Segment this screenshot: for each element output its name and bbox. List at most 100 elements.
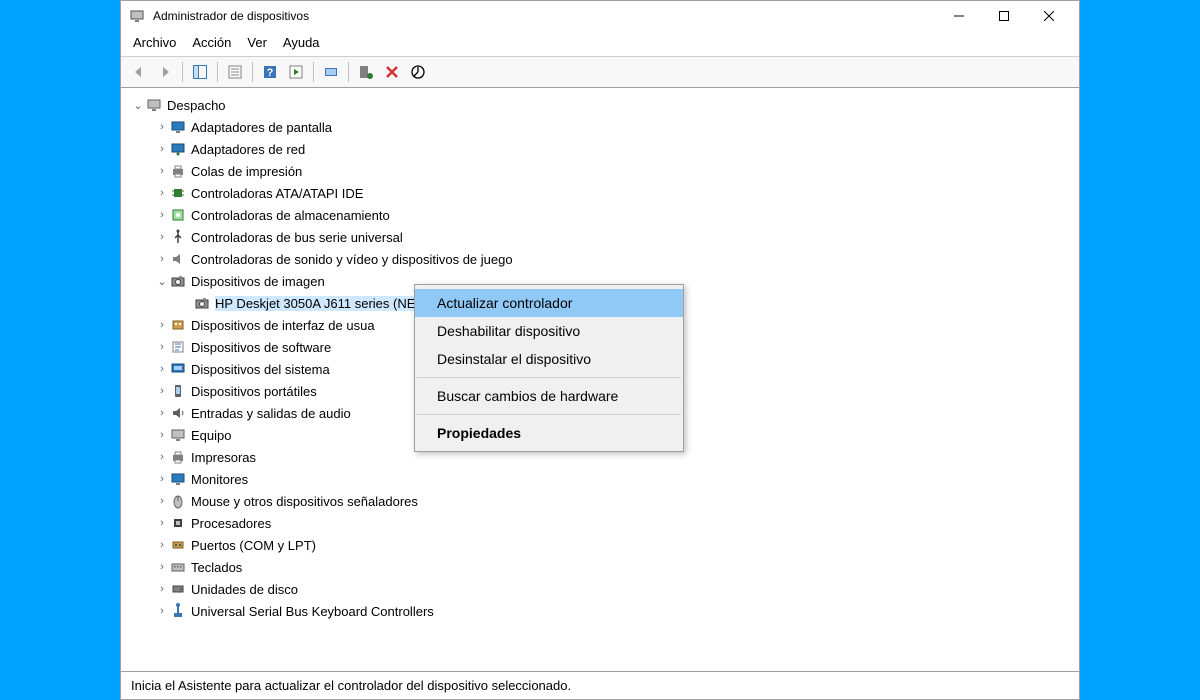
system-icon — [169, 361, 187, 377]
hid-icon — [169, 317, 187, 333]
tree-item[interactable]: › Controladoras ATA/ATAPI IDE — [125, 182, 1075, 204]
close-button[interactable] — [1026, 1, 1071, 31]
chevron-right-icon[interactable]: › — [155, 231, 169, 243]
help-button[interactable]: ? — [258, 60, 282, 84]
ctx-properties[interactable]: Propiedades — [415, 419, 683, 447]
tree-item[interactable]: › Puertos (COM y LPT) — [125, 534, 1075, 556]
chevron-right-icon[interactable]: › — [155, 143, 169, 155]
audio-icon — [169, 405, 187, 421]
tree-item[interactable]: ›Controladoras de sonido y vídeo y dispo… — [125, 248, 1075, 270]
uninstall-button[interactable] — [380, 60, 404, 84]
scan-hardware-button[interactable] — [354, 60, 378, 84]
tree-item-label: Colas de impresión — [191, 164, 302, 179]
network-icon — [169, 141, 187, 157]
disable-button[interactable] — [406, 60, 430, 84]
chevron-right-icon[interactable]: › — [155, 451, 169, 463]
camera-icon — [169, 273, 187, 289]
chevron-right-icon[interactable]: › — [155, 517, 169, 529]
chevron-right-icon[interactable]: › — [155, 583, 169, 595]
disk-icon — [169, 581, 187, 597]
port-icon — [169, 537, 187, 553]
chevron-right-icon[interactable]: › — [155, 187, 169, 199]
chevron-right-icon[interactable]: › — [155, 253, 169, 265]
chevron-right-icon[interactable]: › — [155, 165, 169, 177]
menu-help[interactable]: Ayuda — [283, 35, 320, 50]
chevron-right-icon[interactable]: › — [155, 561, 169, 573]
tree-item[interactable]: › Mouse y otros dispositivos señaladores — [125, 490, 1075, 512]
printer-icon — [169, 163, 187, 179]
status-text: Inicia el Asistente para actualizar el c… — [131, 678, 571, 693]
storage-icon — [169, 207, 187, 223]
keyboard-icon — [169, 559, 187, 575]
tree-item-label: Monitores — [191, 472, 248, 487]
tree-item[interactable]: ›Controladoras de bus serie universal — [125, 226, 1075, 248]
chevron-right-icon[interactable]: › — [155, 429, 169, 441]
tree-item-label: Dispositivos de software — [191, 340, 331, 355]
ctx-separator — [417, 414, 681, 415]
action-button[interactable] — [284, 60, 308, 84]
chevron-right-icon[interactable]: › — [155, 495, 169, 507]
tree-item-label: Impresoras — [191, 450, 256, 465]
chevron-right-icon[interactable]: › — [155, 539, 169, 551]
ctx-disable-device[interactable]: Deshabilitar dispositivo — [415, 317, 683, 345]
tree-item-label: HP Deskjet 3050A J611 series (NET) — [215, 296, 428, 311]
chevron-right-icon[interactable]: › — [155, 209, 169, 221]
chevron-right-icon[interactable]: › — [155, 385, 169, 397]
tree-item[interactable]: › Adaptadores de red — [125, 138, 1075, 160]
tree-item[interactable]: › Unidades de disco — [125, 578, 1075, 600]
context-menu: Actualizar controlador Deshabilitar disp… — [414, 284, 684, 452]
statusbar: Inicia el Asistente para actualizar el c… — [121, 671, 1079, 699]
titlebar: Administrador de dispositivos — [121, 1, 1079, 31]
toolbar-separator — [217, 62, 218, 82]
forward-button[interactable] — [153, 60, 177, 84]
monitor-icon — [169, 471, 187, 487]
device-manager-window: Administrador de dispositivos Archivo Ac… — [120, 0, 1080, 700]
device-tree[interactable]: ⌄Despacho›Adaptadores de pantalla›Adapta… — [121, 88, 1079, 671]
tree-item[interactable]: › Colas de impresión — [125, 160, 1075, 182]
tree-item[interactable]: ›Adaptadores de pantalla — [125, 116, 1075, 138]
menubar: Archivo Acción Ver Ayuda — [121, 31, 1079, 57]
chevron-right-icon[interactable]: › — [155, 363, 169, 375]
chevron-right-icon[interactable]: › — [155, 407, 169, 419]
tree-item-label: Mouse y otros dispositivos señaladores — [191, 494, 418, 509]
minimize-button[interactable] — [936, 1, 981, 31]
tree-item-label: Adaptadores de red — [191, 142, 305, 157]
chevron-right-icon[interactable]: › — [155, 341, 169, 353]
tree-item-label: Puertos (COM y LPT) — [191, 538, 316, 553]
toolbar: ? — [121, 57, 1079, 88]
chevron-right-icon[interactable]: › — [155, 605, 169, 617]
menu-file[interactable]: Archivo — [133, 35, 176, 50]
mouse-icon — [169, 493, 187, 509]
chevron-right-icon[interactable]: › — [155, 319, 169, 331]
chevron-down-icon[interactable]: ⌄ — [131, 99, 145, 112]
tree-item-label: Dispositivos de imagen — [191, 274, 325, 289]
tree-item-label: Controladoras ATA/ATAPI IDE — [191, 186, 363, 201]
chevron-right-icon[interactable]: › — [155, 121, 169, 133]
tree-item-label: Unidades de disco — [191, 582, 298, 597]
update-driver-button[interactable] — [319, 60, 343, 84]
ctx-scan-hardware[interactable]: Buscar cambios de hardware — [415, 382, 683, 410]
tree-item[interactable]: ⌄Despacho — [125, 94, 1075, 116]
tree-item[interactable]: › Procesadores — [125, 512, 1075, 534]
cpu-icon — [169, 515, 187, 531]
show-hide-tree-button[interactable] — [188, 60, 212, 84]
menu-action[interactable]: Acción — [192, 35, 231, 50]
maximize-button[interactable] — [981, 1, 1026, 31]
app-icon — [129, 8, 145, 24]
chip-icon — [169, 185, 187, 201]
chevron-right-icon[interactable]: › — [155, 473, 169, 485]
tree-item[interactable]: ›Universal Serial Bus Keyboard Controlle… — [125, 600, 1075, 622]
back-button[interactable] — [127, 60, 151, 84]
tree-item[interactable]: ›Teclados — [125, 556, 1075, 578]
ctx-uninstall-device[interactable]: Desinstalar el dispositivo — [415, 345, 683, 373]
tree-item-label: Dispositivos de interfaz de usua — [191, 318, 375, 333]
menu-view[interactable]: Ver — [247, 35, 267, 50]
chevron-down-icon[interactable]: ⌄ — [155, 275, 169, 288]
tree-item[interactable]: › Controladoras de almacenamiento — [125, 204, 1075, 226]
tree-item[interactable]: › Monitores — [125, 468, 1075, 490]
sound-icon — [169, 251, 187, 267]
tree-item-label: Controladoras de almacenamiento — [191, 208, 390, 223]
ctx-update-driver[interactable]: Actualizar controlador — [415, 289, 683, 317]
properties-button[interactable] — [223, 60, 247, 84]
tree-item-label: Procesadores — [191, 516, 271, 531]
